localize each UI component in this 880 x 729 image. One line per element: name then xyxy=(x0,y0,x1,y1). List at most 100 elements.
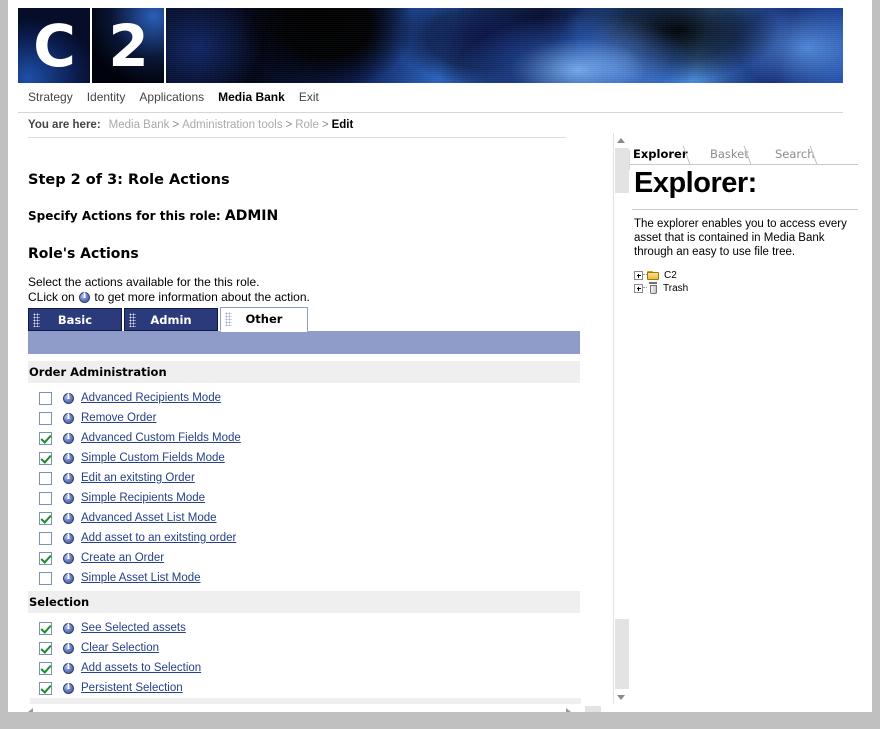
tab-grip-icon xyxy=(33,313,40,327)
explorer-title-divider xyxy=(632,209,858,210)
explorer-tab-label: Explorer xyxy=(633,147,688,161)
explorer-tab-label: Search xyxy=(775,147,815,161)
checkbox-simple-custom-fields-mode[interactable] xyxy=(39,451,52,465)
specify-label: Specify Actions for this role: xyxy=(28,209,221,223)
main-navigation: Strategy Identity Applications Media Bank Ex… xyxy=(28,90,848,110)
info-icon[interactable] xyxy=(63,392,74,404)
checkbox-add-asset-to-an-exitsting-order[interactable] xyxy=(39,531,52,545)
breadcrumb-item-administration-tools[interactable]: Administration tools xyxy=(182,119,282,131)
explorer-tab-basket[interactable]: Basket xyxy=(710,146,762,164)
scrollbar-thumb-lower[interactable] xyxy=(615,619,629,689)
tab-slant-edge xyxy=(743,146,762,164)
content-vertical-scrollbar[interactable] xyxy=(613,133,630,705)
info-icon[interactable] xyxy=(63,532,74,544)
option-row: Create an Order xyxy=(28,548,580,568)
scroll-down-arrow[interactable] xyxy=(614,690,629,705)
nav-item-applications[interactable]: Applications xyxy=(139,90,204,104)
explorer-tab-search[interactable]: Search xyxy=(775,146,827,164)
application-window: C 2 Strategy Identity Applications Media Ba… xyxy=(8,0,872,721)
info-icon[interactable] xyxy=(63,662,74,674)
nav-item-strategy[interactable]: Strategy xyxy=(28,90,73,104)
checkbox-simple-asset-list-mode[interactable] xyxy=(39,571,52,585)
breadcrumb-item-edit: Edit xyxy=(331,119,354,131)
explorer-title: Explorer: xyxy=(634,167,757,199)
info-icon[interactable] xyxy=(63,512,74,524)
checkbox-simple-recipients-mode[interactable] xyxy=(39,491,52,505)
info-icon[interactable] xyxy=(63,682,74,694)
info-icon[interactable] xyxy=(63,452,74,464)
checkbox-advanced-recipients-mode[interactable] xyxy=(39,391,52,405)
tab-strip-fill xyxy=(28,331,580,354)
expand-plus-icon[interactable] xyxy=(634,270,643,280)
info-icon[interactable] xyxy=(63,552,74,564)
folder-icon xyxy=(647,270,660,281)
tree-node-trash[interactable]: Trash xyxy=(634,282,854,294)
option-link[interactable]: Advanced Custom Fields Mode xyxy=(81,432,241,444)
breadcrumb-item-media-bank[interactable]: Media Bank xyxy=(109,119,170,131)
tab-basic[interactable]: Basic xyxy=(28,308,122,331)
info-icon[interactable] xyxy=(63,642,74,654)
checkbox-create-an-order[interactable] xyxy=(39,551,52,565)
info-icon[interactable] xyxy=(63,412,74,424)
trash-icon xyxy=(647,282,660,294)
role-name: ADMIN xyxy=(224,208,279,224)
info-icon[interactable] xyxy=(63,492,74,504)
scroll-up-arrow[interactable] xyxy=(614,133,629,148)
nav-item-identity[interactable]: Identity xyxy=(87,90,126,104)
option-row: Add assets to Selection xyxy=(28,658,580,678)
checkbox-remove-order[interactable] xyxy=(39,411,52,425)
tree-node-c2[interactable]: C2 xyxy=(634,269,854,281)
info-icon[interactable] xyxy=(63,472,74,484)
breadcrumb-item-role[interactable]: Role xyxy=(295,119,319,131)
breadcrumb-divider xyxy=(28,137,566,138)
option-link[interactable]: Add asset to an exitsting order xyxy=(81,532,236,544)
checkbox-see-selected-assets[interactable] xyxy=(39,621,52,635)
nav-divider xyxy=(18,112,843,113)
option-link[interactable]: Simple Asset List Mode xyxy=(81,572,201,584)
checkbox-persistent-selection[interactable] xyxy=(39,681,52,695)
group-header-selection: Selection xyxy=(28,591,580,613)
group-title: Order Administration xyxy=(29,365,167,379)
option-link[interactable]: Advanced Asset List Mode xyxy=(81,512,217,524)
scrollbar-thumb-upper[interactable] xyxy=(615,148,629,193)
window-bottom-chrome xyxy=(0,712,880,729)
group-header-order-administration: Order Administration xyxy=(28,361,580,383)
option-link[interactable]: Persistent Selection xyxy=(81,682,183,694)
option-link[interactable]: Simple Custom Fields Mode xyxy=(81,452,225,464)
tab-admin[interactable]: Admin xyxy=(124,308,218,331)
nav-item-exit[interactable]: Exit xyxy=(299,90,319,104)
option-link[interactable]: Clear Selection xyxy=(81,642,159,654)
option-row: Remove Order xyxy=(28,408,580,428)
explorer-tabs-baseline xyxy=(630,164,858,165)
option-link[interactable]: Advanced Recipients Mode xyxy=(81,392,221,404)
option-link[interactable]: See Selected assets xyxy=(81,622,186,634)
site-banner: C 2 xyxy=(18,8,843,83)
checkbox-edit-an-exitsting-order[interactable] xyxy=(39,471,52,485)
help-line-2-prefix: CLick on xyxy=(28,290,75,304)
page-title: Step 2 of 3: Role Actions xyxy=(28,172,230,188)
breadcrumb-separator: > xyxy=(321,119,329,131)
info-icon[interactable] xyxy=(63,622,74,634)
expand-plus-icon[interactable] xyxy=(634,283,643,293)
option-link[interactable]: Add assets to Selection xyxy=(81,662,201,674)
checkbox-advanced-custom-fields-mode[interactable] xyxy=(39,431,52,445)
option-link[interactable]: Remove Order xyxy=(81,412,156,424)
explorer-tab-explorer[interactable]: Explorer xyxy=(633,146,700,164)
section-title: Role's Actions xyxy=(28,246,139,262)
tab-label: Other xyxy=(245,312,283,326)
info-icon xyxy=(79,291,91,303)
breadcrumb: You are here: Media Bank > Administration t… xyxy=(28,119,353,131)
info-icon[interactable] xyxy=(63,572,74,584)
option-row: Advanced Asset List Mode xyxy=(28,508,580,528)
option-link[interactable]: Create an Order xyxy=(81,552,164,564)
checkbox-add-assets-to-selection[interactable] xyxy=(39,661,52,675)
tab-other[interactable]: Other xyxy=(220,307,308,331)
checkbox-clear-selection[interactable] xyxy=(39,641,52,655)
option-link[interactable]: Simple Recipients Mode xyxy=(81,492,205,504)
breadcrumb-separator: > xyxy=(285,119,293,131)
nav-item-media-bank[interactable]: Media Bank xyxy=(218,90,285,104)
option-link[interactable]: Edit an exitsting Order xyxy=(81,472,195,484)
checkbox-advanced-asset-list-mode[interactable] xyxy=(39,511,52,525)
info-icon[interactable] xyxy=(63,432,74,444)
breadcrumb-label: You are here: xyxy=(28,119,101,131)
